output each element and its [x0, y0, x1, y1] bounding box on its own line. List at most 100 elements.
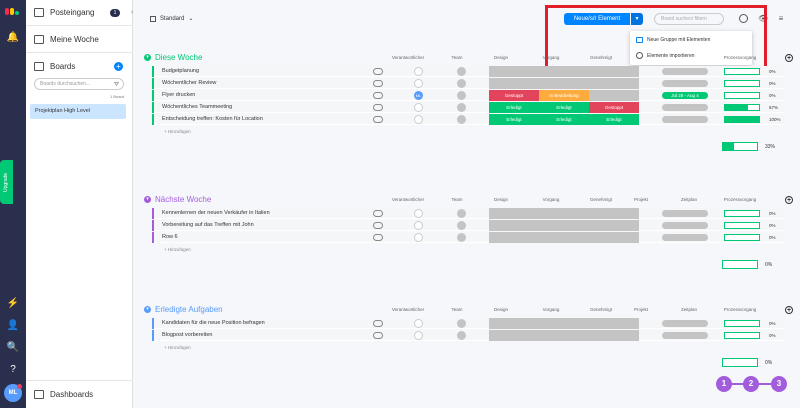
- item-name[interactable]: Flyer drucken: [162, 90, 195, 101]
- status-cell-design[interactable]: [489, 208, 539, 219]
- person-icon[interactable]: [414, 103, 423, 112]
- item-name[interactable]: Wöchentliches Teammeeting: [162, 102, 232, 113]
- column-header-approved[interactable]: Genehmigt: [579, 307, 623, 312]
- item-name[interactable]: Vorbereitung auf das Treffen mit John: [162, 220, 254, 231]
- status-cell-process[interactable]: [539, 318, 589, 329]
- status-cell-approved[interactable]: [589, 220, 639, 231]
- status-cell-process[interactable]: [539, 208, 589, 219]
- team-icon[interactable]: [457, 331, 466, 340]
- status-cell-process[interactable]: [539, 330, 589, 341]
- status-cell-process[interactable]: [539, 66, 589, 77]
- status-cell-design[interactable]: [489, 232, 539, 243]
- group-title[interactable]: ▾ Erledigte Aufgaben: [144, 305, 223, 314]
- column-header-team[interactable]: Team: [435, 55, 479, 60]
- comment-icon[interactable]: [373, 320, 383, 327]
- column-header-process[interactable]: Vorgang: [529, 307, 573, 312]
- timeline-cell[interactable]: [662, 320, 708, 327]
- column-header-approved[interactable]: Genehmigt: [579, 55, 623, 60]
- item-name[interactable]: Blogpost vorbereiten: [162, 330, 212, 341]
- column-header-team[interactable]: Team: [435, 307, 479, 312]
- status-cell-process[interactable]: Erledigt: [539, 114, 589, 125]
- filter-icon[interactable]: ≡: [776, 14, 786, 24]
- timeline-cell[interactable]: [662, 104, 708, 111]
- status-cell-approved[interactable]: [589, 78, 639, 89]
- item-name[interactable]: Row 6: [162, 232, 178, 243]
- person-icon[interactable]: [414, 233, 423, 242]
- status-cell-design[interactable]: [489, 220, 539, 231]
- boards-search-input[interactable]: Boards durchsuchen... ⛛: [34, 78, 124, 90]
- status-cell-approved[interactable]: [589, 90, 639, 101]
- sidebar-item-my-week[interactable]: Meine Woche: [34, 35, 99, 44]
- team-icon[interactable]: [457, 103, 466, 112]
- status-cell-process[interactable]: In Bearbeitung: [539, 90, 589, 101]
- timeline-cell[interactable]: [662, 234, 708, 241]
- column-header-project[interactable]: Projekt: [619, 307, 663, 312]
- team-icon[interactable]: [457, 67, 466, 76]
- monday-logo[interactable]: [5, 6, 21, 16]
- person-icon[interactable]: [414, 115, 423, 124]
- column-header-process[interactable]: Vorgang: [529, 197, 573, 202]
- column-header-timeline[interactable]: Zeitplan: [667, 307, 711, 312]
- table-row[interactable]: Wöchentlicher Review 0%: [152, 78, 785, 89]
- column-header-design[interactable]: Design: [479, 307, 523, 312]
- item-name[interactable]: Kandidaten für die neue Position befrage…: [162, 318, 265, 329]
- status-cell-design[interactable]: Erledigt: [489, 114, 539, 125]
- column-header-timeline[interactable]: Zeitplan: [667, 197, 711, 202]
- comment-icon[interactable]: [373, 80, 383, 87]
- add-column-button[interactable]: +: [785, 196, 793, 204]
- help-icon[interactable]: ?: [5, 362, 21, 378]
- table-row[interactable]: Kandidaten für die neue Position befrage…: [152, 318, 785, 329]
- column-header-design[interactable]: Design: [479, 197, 523, 202]
- status-cell-approved[interactable]: Gestoppt: [589, 102, 639, 113]
- chevron-down-icon[interactable]: ▾: [144, 54, 151, 61]
- person-icon[interactable]: [414, 209, 423, 218]
- team-icon[interactable]: [457, 233, 466, 242]
- column-header-team[interactable]: Team: [435, 197, 479, 202]
- collapse-sidebar-icon[interactable]: ‹: [131, 9, 137, 17]
- status-cell-design[interactable]: Gestoppt: [489, 90, 539, 101]
- team-icon[interactable]: [457, 209, 466, 218]
- status-cell-process[interactable]: [539, 78, 589, 89]
- table-row[interactable]: Vorbereitung auf das Treffen mit John 0%: [152, 220, 785, 231]
- sidebar-item-boards[interactable]: Boards: [34, 62, 75, 71]
- group-title[interactable]: ▾ Nächste Woche: [144, 195, 211, 204]
- column-header-project[interactable]: Projekt: [619, 197, 663, 202]
- timeline-cell[interactable]: [662, 68, 708, 75]
- column-header-progress[interactable]: Prozessvorgang: [718, 307, 762, 312]
- status-cell-approved[interactable]: [589, 232, 639, 243]
- team-icon[interactable]: [457, 221, 466, 230]
- add-column-button[interactable]: +: [785, 306, 793, 314]
- comment-icon[interactable]: [373, 92, 383, 99]
- column-header-approved[interactable]: Genehmigt: [579, 197, 623, 202]
- sidebar-item-dashboards[interactable]: Dashboards: [34, 390, 93, 399]
- status-cell-approved[interactable]: [589, 330, 639, 341]
- table-row[interactable]: Row 6 0%: [152, 232, 785, 243]
- column-header-owner[interactable]: Verantwortlicher: [386, 307, 430, 312]
- table-row[interactable]: Flyer drucken ML Gestoppt In Bearbeitung Jul…: [152, 90, 785, 101]
- comment-icon[interactable]: [373, 68, 383, 75]
- person-icon[interactable]: [414, 319, 423, 328]
- comment-icon[interactable]: [373, 210, 383, 217]
- owner-avatar[interactable]: ML: [414, 91, 423, 100]
- item-name[interactable]: Budgetplanung: [162, 66, 199, 77]
- table-row[interactable]: Kennenlernen der neuen Verkäufer in Ital…: [152, 208, 785, 219]
- status-cell-design[interactable]: [489, 66, 539, 77]
- view-selector[interactable]: Standard ⌄: [150, 15, 193, 22]
- table-row[interactable]: Entscheidung treffen: Kosten für Locatio…: [152, 114, 785, 125]
- column-header-design[interactable]: Design: [479, 55, 523, 60]
- chevron-down-icon[interactable]: ▾: [144, 306, 151, 313]
- status-cell-process[interactable]: [539, 232, 589, 243]
- add-item-row[interactable]: + Hinzufügen: [152, 126, 785, 137]
- timeline-cell[interactable]: [662, 222, 708, 229]
- table-row[interactable]: Budgetplanung 0%: [152, 66, 785, 77]
- person-icon[interactable]: [414, 67, 423, 76]
- column-header-process[interactable]: Vorgang: [529, 55, 573, 60]
- lightning-icon[interactable]: ⚡: [5, 296, 21, 312]
- item-name[interactable]: Entscheidung treffen: Kosten für Locatio…: [162, 114, 263, 125]
- comment-icon[interactable]: [373, 104, 383, 111]
- add-item-row[interactable]: + Hinzufügen: [152, 244, 785, 255]
- filter-icon[interactable]: ⛛: [114, 80, 119, 90]
- search-icon[interactable]: 🔍: [5, 340, 21, 356]
- timeline-cell[interactable]: [662, 116, 708, 123]
- team-icon[interactable]: [457, 91, 466, 100]
